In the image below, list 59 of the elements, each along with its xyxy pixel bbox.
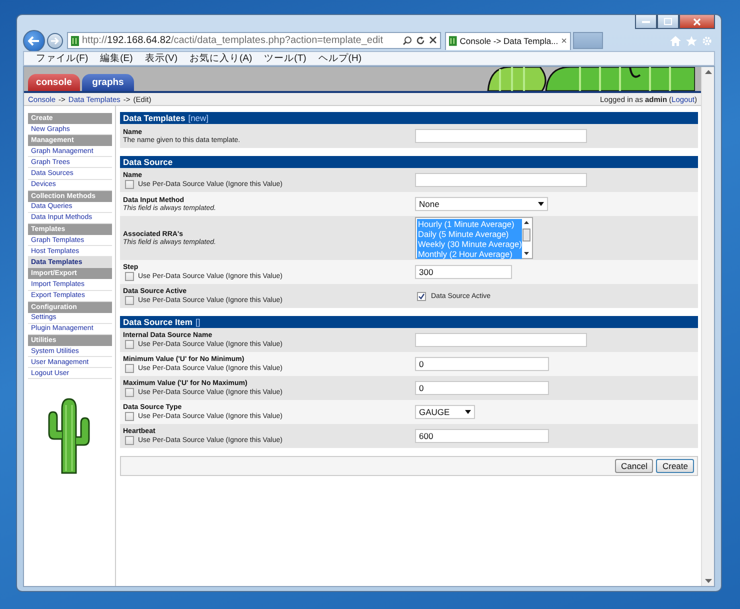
scrollbar[interactable] [701,67,714,586]
text-field[interactable]: 300 [415,265,512,279]
close-icon [693,18,701,26]
search-icon[interactable] [403,36,412,45]
arrow-right-icon [51,36,59,44]
checkbox[interactable] [125,296,134,304]
checkbox[interactable] [125,340,134,348]
section-header: Data Source Item [] [120,316,698,328]
dropdown[interactable]: None [415,197,548,211]
refresh-icon[interactable] [416,36,425,45]
checkbox[interactable] [125,272,134,280]
stop-icon[interactable] [429,36,437,44]
browser-tab[interactable]: Console -> Data Templa... × [445,32,571,50]
text-field[interactable] [415,129,587,143]
site-icon [71,36,79,46]
text-field[interactable]: 0 [415,357,549,371]
maximize-button[interactable] [657,15,679,29]
menu-item[interactable]: 編集(E) [100,52,133,65]
star-icon[interactable] [686,36,697,46]
scroll-up-icon[interactable] [704,70,712,74]
checkbox[interactable] [125,436,134,444]
text-field[interactable]: 600 [415,429,549,443]
tab-close-button[interactable]: × [561,36,567,46]
back-button[interactable] [23,30,45,52]
minimize-icon [642,20,650,23]
nav-tab[interactable]: graphs [82,74,134,91]
text-field[interactable]: 0 [415,381,549,395]
caret-icon [465,410,471,414]
address-field[interactable]: http://192.168.64.82/cacti/data_templates.php?action=template_edit [67,32,441,49]
caret-icon [538,202,544,206]
checkbox[interactable] [417,292,426,300]
menu-item[interactable]: ヘルプ(H) [318,52,362,65]
menu-item[interactable]: ファイル(F) [36,52,88,65]
arrow-left-icon [28,36,40,46]
menu-item[interactable]: お気に入り(A) [189,52,252,65]
menu-item[interactable]: ツール(T) [264,52,306,65]
home-icon[interactable] [670,36,681,46]
nav-tab[interactable]: console [28,74,80,91]
maximize-icon [664,18,672,25]
cancel-button[interactable]: Cancel [615,459,654,473]
dropdown[interactable]: GAUGE [415,405,475,419]
close-button[interactable] [679,15,715,29]
text-field[interactable] [415,333,587,347]
new-tab-button[interactable] [573,32,603,49]
minimize-button[interactable] [635,15,657,29]
checkbox[interactable] [125,180,134,188]
menu-item[interactable]: 表示(V) [144,52,178,65]
section-header: Data Templates [new] [120,112,698,124]
scrollbar-icon[interactable] [522,219,531,257]
settings-icon[interactable] [702,36,712,46]
create-button[interactable]: Create [656,459,694,473]
checkbox[interactable] [125,412,134,420]
scroll-down-icon[interactable] [704,579,712,583]
text-field[interactable] [415,173,587,187]
section-header: Data Source [120,156,698,168]
checkbox[interactable] [125,364,134,372]
site-icon [449,36,457,46]
checkbox[interactable] [125,388,134,396]
forward-button[interactable] [47,32,63,48]
